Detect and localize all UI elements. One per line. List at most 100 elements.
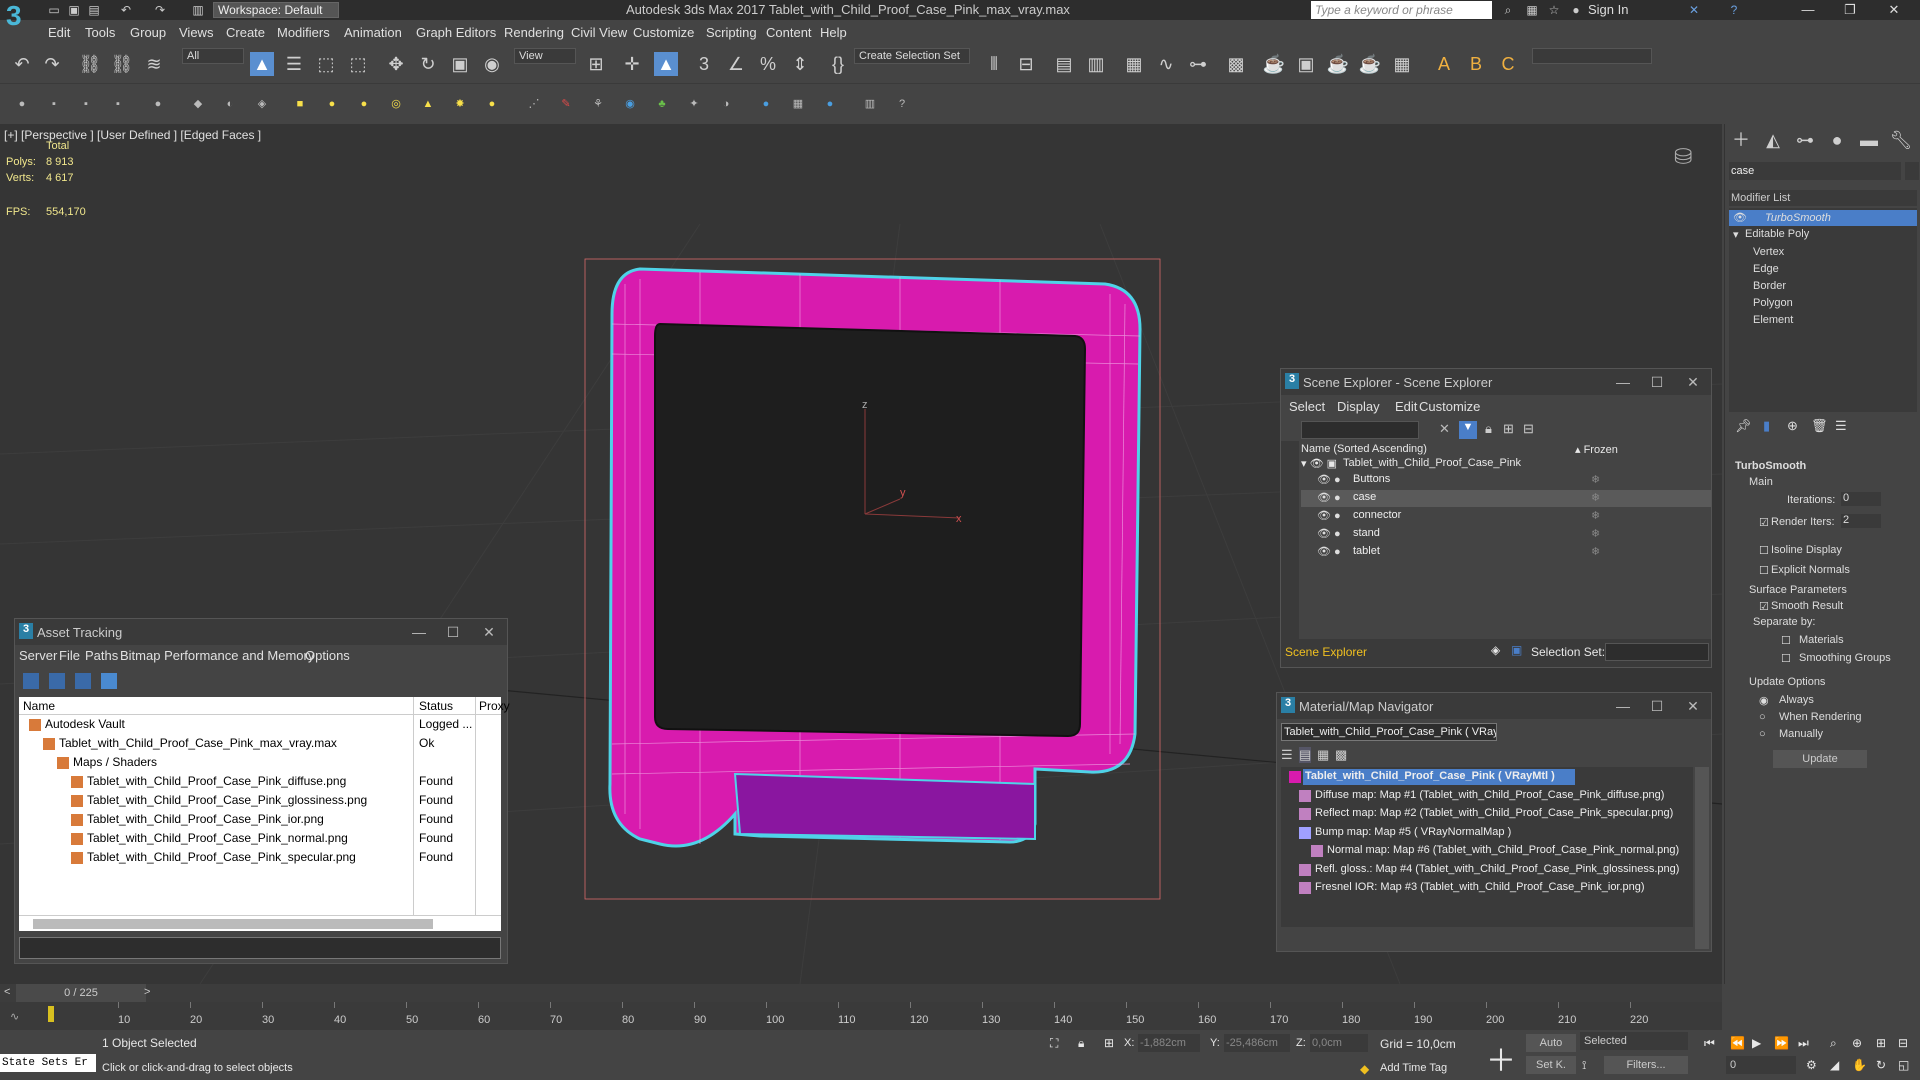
at-toolbar-icon-3[interactable] [75, 673, 91, 689]
minimize-window-icon[interactable]: — [1790, 0, 1826, 20]
maximize-viewport-icon[interactable]: ◱ [1898, 1058, 1909, 1072]
render-iterative-icon[interactable]: ☕ [1358, 52, 1382, 76]
zoom-extents-all-icon[interactable]: ⊟ [1898, 1036, 1908, 1050]
toolbar2-icon-16[interactable]: ⋰ [526, 96, 542, 112]
menu-group[interactable]: Group [130, 25, 166, 40]
frozen-icon[interactable]: ❄ [1591, 545, 1600, 558]
list-view-icon[interactable]: ☰ [1281, 747, 1293, 763]
snaps-toggle-icon[interactable]: 3 [692, 52, 716, 76]
maxscript-listener[interactable]: State Sets Er [0, 1054, 96, 1072]
restore-window-icon[interactable]: ❐ [1832, 0, 1868, 20]
at-toolbar-icon-2[interactable] [49, 673, 65, 689]
filter-icon[interactable]: ▼ [1459, 421, 1477, 439]
se-search-field[interactable] [1301, 421, 1419, 439]
show-end-result-icon[interactable]: ▮ [1763, 418, 1770, 434]
menu-tools[interactable]: Tools [85, 25, 115, 40]
mirror-icon[interactable]: ⫴ [982, 52, 1006, 76]
modifier-list-dropdown[interactable]: Modifier List [1729, 190, 1917, 206]
at-scroll-thumb[interactable] [33, 919, 433, 929]
materials-checkbox[interactable]: ☐ [1781, 634, 1791, 647]
hierarchy-tab-icon[interactable]: ⊶ [1793, 128, 1817, 152]
schematic-view-icon[interactable]: ⊶ [1186, 52, 1210, 76]
link-icon[interactable]: ⛓ [78, 52, 102, 76]
bind-space-warp-icon[interactable]: ≋ [142, 52, 166, 76]
create-selection-set-dropdown[interactable]: Create Selection Set [854, 48, 970, 64]
play-icon[interactable]: ▶ [1752, 1036, 1761, 1050]
toolbar2-icon-19[interactable]: ◉ [622, 96, 638, 112]
exchange-apps-icon[interactable]: ✕ [1686, 2, 1702, 18]
material-tree-item[interactable]: Tablet_with_Child_Proof_Case_Pink ( VRay… [1305, 770, 1555, 782]
toggle-ribbon-icon[interactable]: ▦ [1122, 52, 1146, 76]
viewcube-icon[interactable]: ⛁ [1674, 144, 1692, 170]
pan-icon[interactable]: ✋ [1852, 1058, 1867, 1072]
stack-expand-icon[interactable]: ▾ [1733, 228, 1739, 241]
menu-customize[interactable]: Customize [633, 25, 694, 40]
material-tree-item[interactable]: Reflect map: Map #2 (Tablet_with_Child_P… [1315, 807, 1673, 819]
menu-create[interactable]: Create [226, 25, 265, 40]
stack-element[interactable]: Element [1753, 314, 1793, 326]
at-row-name[interactable]: Tablet_with_Child_Proof_Case_Pink_glossi… [87, 793, 367, 807]
user-icon[interactable]: ● [1568, 2, 1584, 18]
search-input[interactable]: Type a keyword or phrase [1311, 1, 1492, 19]
at-col-proxy[interactable]: Proxy [479, 699, 510, 713]
toolbar2-icon-25[interactable]: ● [822, 96, 838, 112]
rectangular-selection-icon[interactable]: ⬚ [314, 52, 338, 76]
make-unique-icon[interactable]: ⊕ [1787, 418, 1798, 434]
mat-nav-titlebar[interactable]: 3 Material/Map Navigator — ☐ ✕ [1277, 693, 1711, 719]
se-menu-edit[interactable]: Edit [1395, 399, 1417, 414]
scene-explorer-toggle-icon[interactable]: ▤ [1052, 52, 1076, 76]
material-tree-item[interactable]: Normal map: Map #6 (Tablet_with_Child_Pr… [1327, 844, 1679, 856]
se-menu-customize[interactable]: Customize [1419, 399, 1480, 414]
reference-coordinate-dropdown[interactable]: View [514, 48, 576, 64]
display-tab-icon[interactable]: ▬ [1857, 128, 1881, 152]
time-slider-thumb[interactable]: 0 / 225 [16, 984, 146, 1002]
at-col-status[interactable]: Status [419, 699, 453, 713]
track-bar[interactable]: ∿ 10 20 30 40 50 60 70 80 90 100 110 120 130 140 150 16… [0, 1002, 1722, 1030]
material-tree-item[interactable]: Refl. gloss.: Map #4 (Tablet_with_Child_… [1315, 863, 1679, 875]
menu-edit[interactable]: Edit [48, 25, 70, 40]
binoculars-icon[interactable]: ⌕ [1500, 2, 1516, 18]
turbosmooth-rollout-title[interactable]: TurboSmooth [1735, 460, 1806, 472]
at-row-name[interactable]: Tablet_with_Child_Proof_Case_Pink_max_vr… [59, 736, 337, 750]
close-icon[interactable]: ✕ [1683, 697, 1703, 715]
stack-vertex[interactable]: Vertex [1753, 246, 1784, 258]
se-selection-set-dropdown[interactable] [1605, 643, 1709, 661]
toolbar2-icon-21[interactable]: ✦ [686, 96, 702, 112]
scale-icon[interactable]: ▣ [448, 52, 472, 76]
iterations-input[interactable]: 0 [1841, 492, 1881, 506]
scene-item[interactable]: case [1353, 491, 1376, 503]
prev-frame-icon[interactable]: ⏪ [1730, 1036, 1745, 1050]
motion-tab-icon[interactable]: ● [1825, 128, 1849, 152]
visibility-eye-icon[interactable]: 👁 ● [1317, 491, 1341, 504]
object-color-swatch[interactable] [1905, 162, 1919, 180]
keyboard-shortcut-override-icon[interactable]: ▲ [654, 52, 678, 76]
3dsmax-logo-icon[interactable]: 3 [6, 0, 36, 40]
redo-icon[interactable]: ↷ [40, 52, 64, 76]
toolbar-extra-dropdown[interactable] [1532, 48, 1652, 64]
visibility-eye-icon[interactable]: 👁 ● [1317, 527, 1341, 540]
unlink-icon[interactable]: ⛓ [110, 52, 134, 76]
lock-icon[interactable]: 🔒︎ [1485, 421, 1492, 437]
menu-animation[interactable]: Animation [344, 25, 402, 40]
toolbar2-icon-6[interactable]: ◆ [190, 96, 206, 112]
new-file-icon[interactable]: ▭ [46, 2, 62, 18]
toolbar2-icon-7[interactable]: ◐ [222, 96, 238, 112]
at-menu-server[interactable]: Server [19, 648, 57, 663]
render-setup-icon[interactable]: ☕ [1262, 52, 1286, 76]
scene-explorer-titlebar[interactable]: 3 Scene Explorer - Scene Explorer — ☐ ✕ [1281, 369, 1711, 395]
at-row-name[interactable]: Tablet_with_Child_Proof_Case_Pink_normal… [87, 831, 348, 845]
viewport-label[interactable]: [+] [Perspective ] [User Defined ] [Edge… [4, 128, 261, 142]
undo-icon[interactable]: ↶ [10, 52, 34, 76]
toolbar2-icon-4[interactable]: ▪ [110, 96, 126, 112]
visibility-eye-icon[interactable]: 👁 ● [1317, 473, 1341, 486]
at-horizontal-scrollbar[interactable] [19, 915, 501, 931]
create-tab-icon[interactable]: ＋ [1729, 128, 1753, 152]
spinner-snap-icon[interactable]: ⇕ [788, 52, 812, 76]
current-frame-field[interactable]: 0 [1726, 1056, 1796, 1074]
rendered-frame-window-icon[interactable]: ▣ [1294, 52, 1318, 76]
menu-graph-editors[interactable]: Graph Editors [416, 25, 496, 40]
isoline-checkbox[interactable]: ☐ [1759, 544, 1769, 557]
at-toolbar-icon-1[interactable] [23, 673, 39, 689]
workspace-dropdown[interactable]: Workspace: Default [213, 2, 339, 18]
key-filter-dropdown[interactable]: Selected [1580, 1032, 1688, 1050]
